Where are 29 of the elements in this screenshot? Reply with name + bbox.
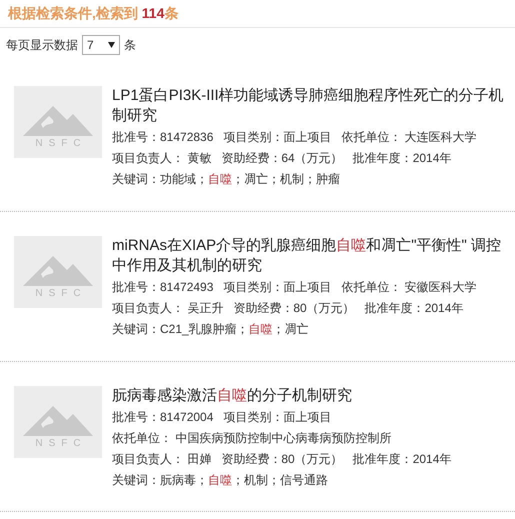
project-detail: 批准号：81472004	[112, 409, 214, 426]
project-detail: 项目负责人： 吴正升	[112, 300, 224, 317]
project-title[interactable]: miRNAs在XIAP介导的乳腺癌细胞自噬和凋亡"平衡性" 调控中作用及其机制的研究	[112, 236, 511, 276]
project-detail: 批准年度：2014年	[352, 150, 452, 167]
project-detail: 项目类别：面上项目	[223, 409, 332, 426]
project-detail: 批准年度：2014年	[352, 451, 452, 468]
project-keywords: 关键词：朊病毒；自噬；机制；信号通路	[112, 472, 329, 489]
project-keywords: 关键词：功能域；自噬；凋亡；机制；肿瘤	[112, 171, 341, 188]
project-detail: 资助经费：80（万元）	[233, 300, 355, 317]
project-detail: 批准年度：2014年	[364, 300, 464, 317]
project-detail: 资助经费：80（万元）	[221, 451, 343, 468]
project-detail: 资助经费：64（万元）	[221, 150, 343, 167]
project-detail: 项目负责人： 田婵	[112, 451, 212, 468]
project-title[interactable]: 朊病毒感染激活自噬的分子机制研究	[112, 386, 452, 406]
project-detail: 依托单位： 中国疾病预防控制中心病毒病预防控制所	[112, 430, 392, 447]
result-summary: 根据检索条件,检索到 114条	[8, 4, 178, 23]
page-size-label: 每页显示数据	[6, 37, 78, 54]
page-size-unit: 条	[124, 37, 136, 54]
project-detail: 项目负责人： 黄敏	[112, 150, 212, 167]
project-detail: 依托单位： 大连医科大学	[341, 129, 477, 146]
project-keywords: 关键词：C21_乳腺肿瘤；自噬；凋亡	[112, 321, 310, 338]
project-detail: 依托单位： 安徽医科大学	[341, 279, 477, 296]
project-detail: 项目类别：面上项目	[223, 129, 332, 146]
project-detail: 项目类别：面上项目	[223, 279, 332, 296]
project-title[interactable]: LP1蛋白PI3K-III样功能域诱导肺癌细胞程序性死亡的分子机制研究	[112, 86, 511, 126]
project-detail: 批准号：81472493	[112, 279, 214, 296]
caret-icon	[108, 42, 115, 48]
project-detail: 批准号：81472836	[112, 129, 214, 146]
page-size-select[interactable]: 7	[82, 35, 120, 55]
